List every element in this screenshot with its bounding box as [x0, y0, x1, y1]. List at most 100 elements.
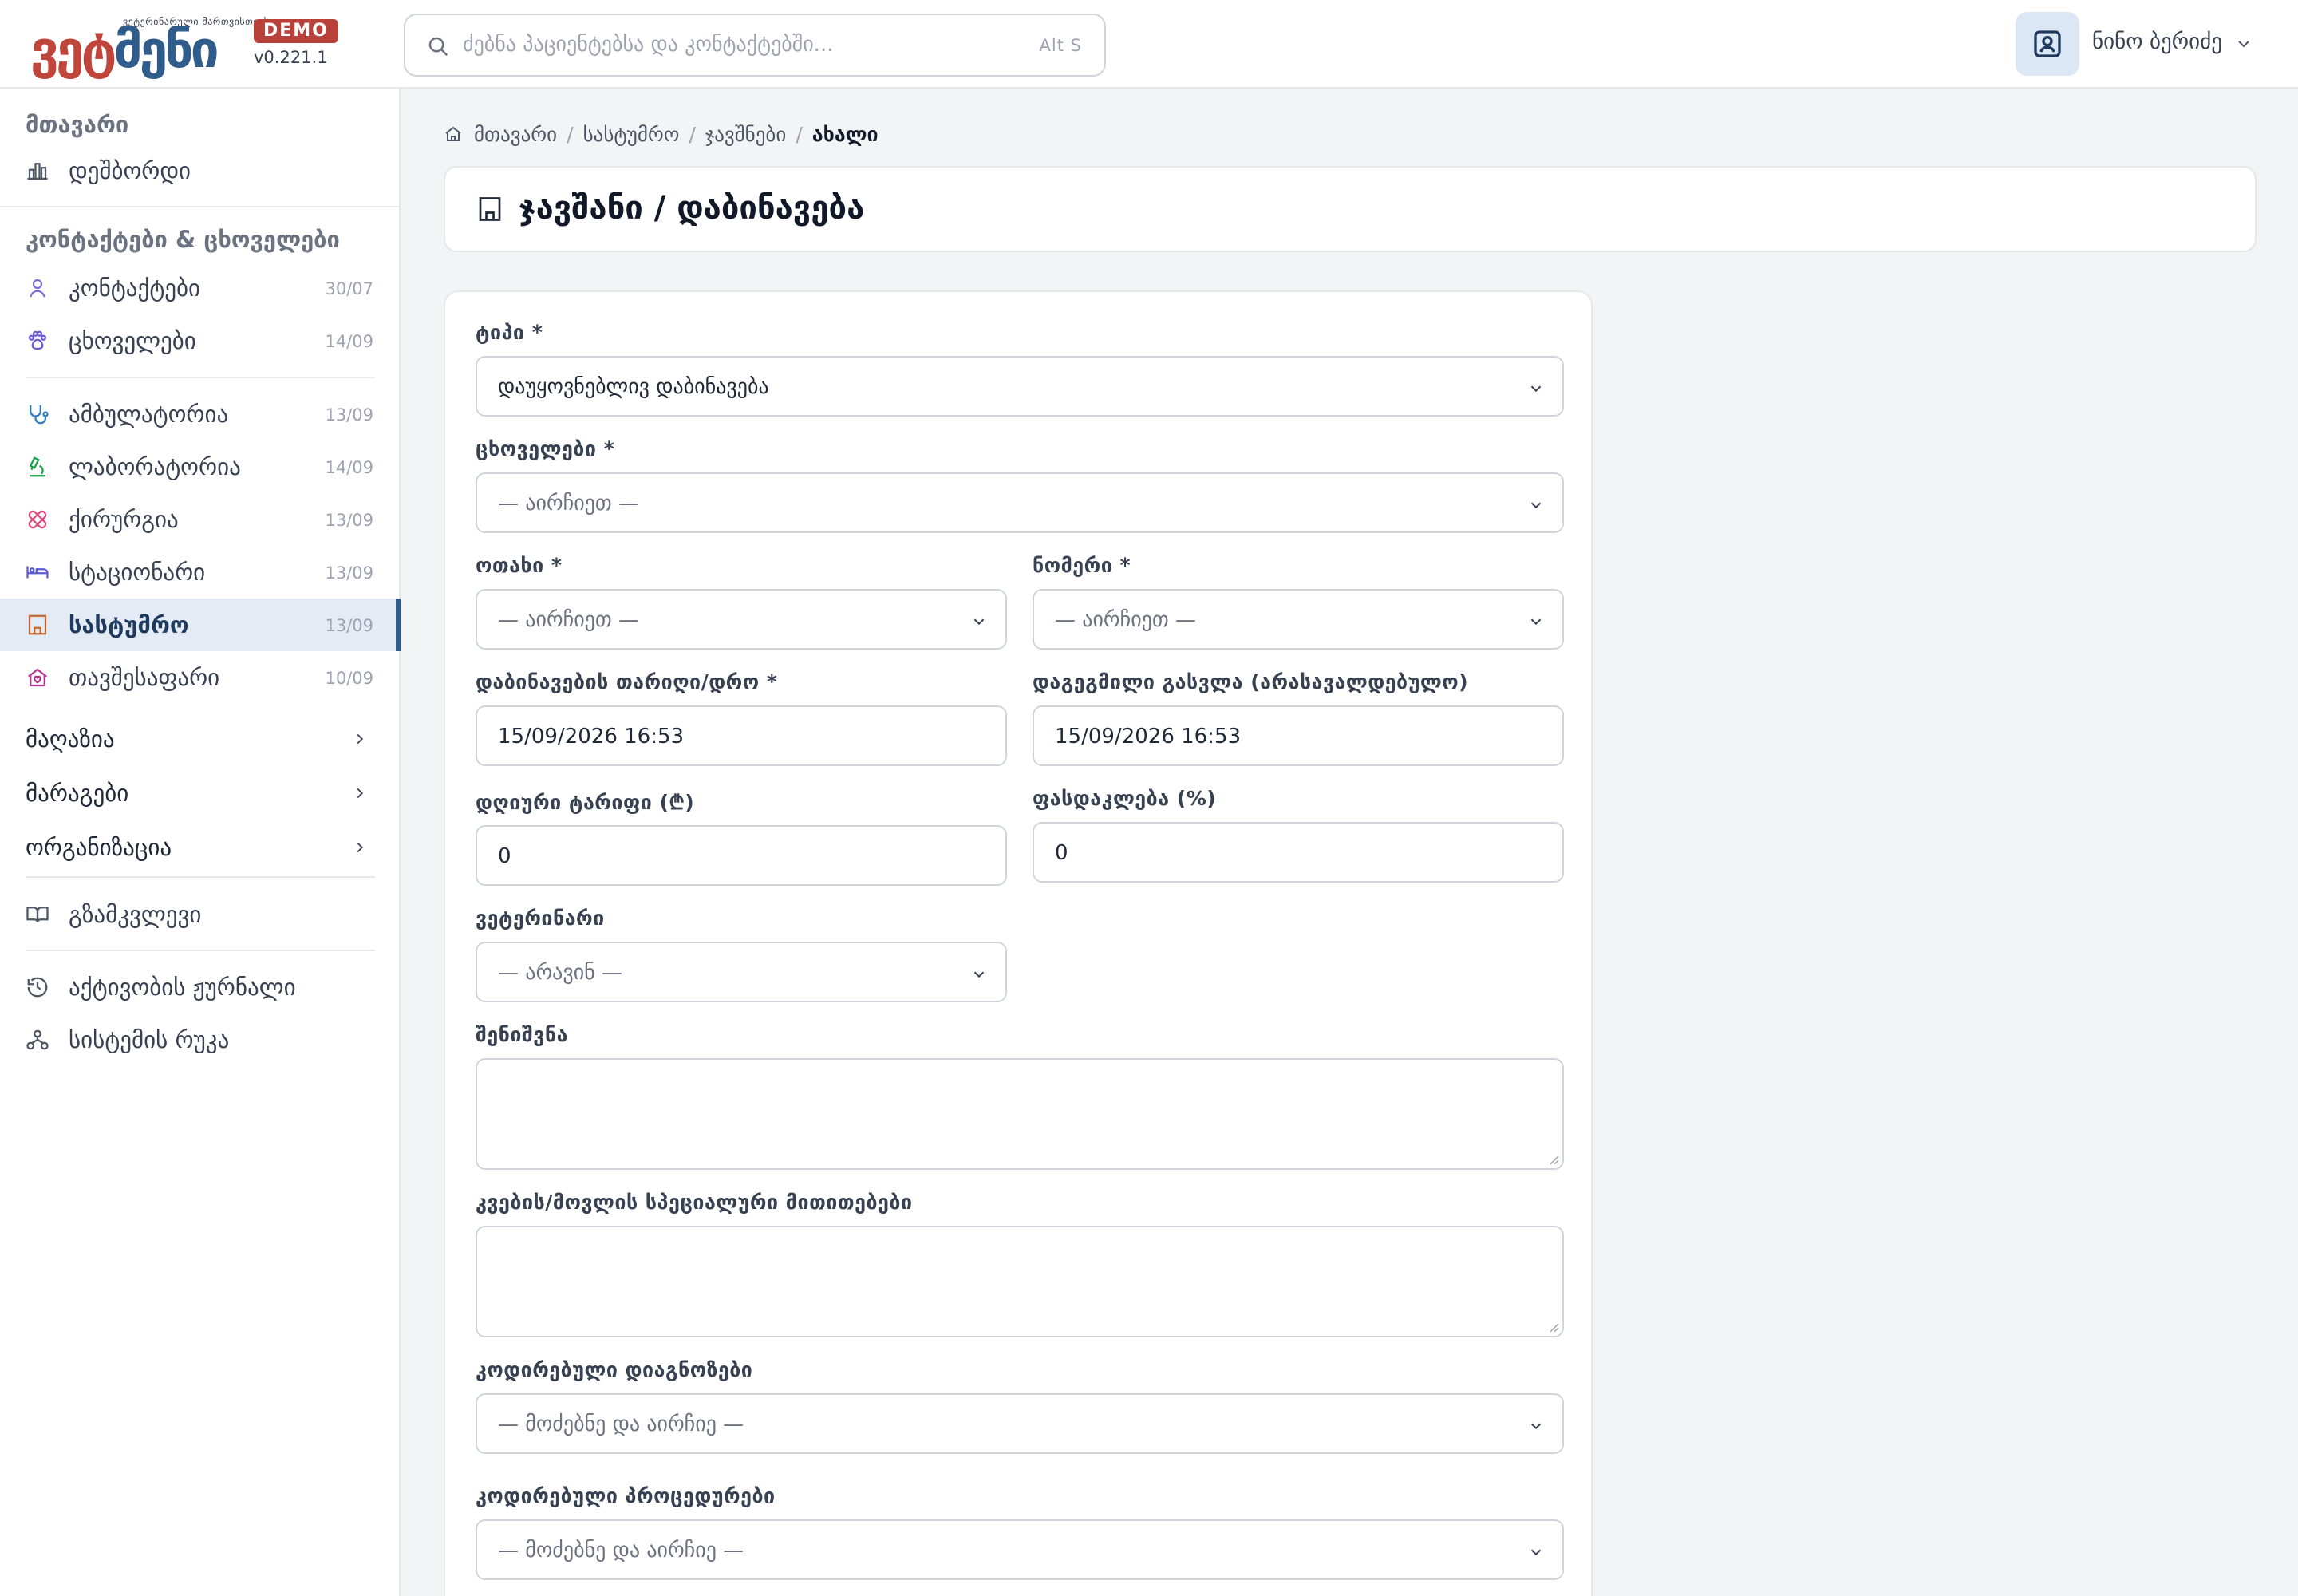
room-select-placeholder: — აირჩიეთ — [498, 608, 639, 632]
type-select[interactable]: დაუყოვნებლივ დაბინავება [476, 356, 1564, 417]
sidebar-item-count: 13/09 [325, 405, 373, 425]
sidebar-item-label: დეშბორდი [69, 157, 192, 184]
sidebar-item-inpatient[interactable]: სტაციონარი 13/09 [0, 546, 401, 598]
feeding-instructions-label: კვების/მოვლის სპეციალური მითითებები [476, 1191, 913, 1214]
app-logo[interactable]: ვეტერინარული მართვისთვის ვეტმენი DEMO v0… [30, 16, 338, 80]
sidebar-item-activity-log[interactable]: აქტივობის ჟურნალი [0, 961, 401, 1013]
sidebar-item-label: სასტუმრო [69, 611, 189, 638]
hotel-icon [479, 197, 501, 221]
resize-grip-icon[interactable] [1546, 1152, 1559, 1165]
sidebar-item-label: ამბულატორია [69, 401, 229, 428]
checkin-label: დაბინავების თარიღი/დრო * [476, 670, 778, 693]
sidebar-item-animals[interactable]: ცხოველები 14/09 [0, 314, 401, 367]
bed-icon [26, 566, 49, 579]
checkout-label: დაგეგმილი გასვლა (არასავალდებულო) [1033, 670, 1469, 693]
vet-label: ვეტერინარი [476, 907, 605, 930]
sidebar-divider [26, 377, 375, 378]
search-icon [428, 37, 448, 57]
sidebar-item-laboratory[interactable]: ლაბორატორია 14/09 [0, 440, 401, 493]
sitemap-icon [26, 1029, 49, 1050]
top-bar: ვეტერინარული მართვისთვის ვეტმენი DEMO v0… [0, 0, 2298, 89]
sidebar: მთავარი დეშბორდი კონტაქტები & ცხოველები … [0, 89, 401, 1596]
daily-rate-input[interactable]: 0 [476, 825, 1007, 886]
sidebar-item-label: ცხოველები [69, 327, 196, 354]
sidebar-item-count: 14/09 [325, 458, 373, 477]
checkout-datetime-input[interactable]: 15/09/2026 16:53 [1033, 705, 1564, 766]
bar-chart-icon [27, 163, 48, 180]
discount-value: 0 [1055, 841, 1068, 865]
search-placeholder: ძებნა პაციენტებსა და კონტაქტებში... [463, 33, 834, 57]
sidebar-item-count: 14/09 [325, 332, 373, 351]
breadcrumb-home[interactable]: მთავარი [474, 123, 557, 146]
booking-form: ტიპი * დაუყოვნებლივ დაბინავება ცხოველები… [444, 290, 1593, 1596]
procedures-select[interactable]: — მოძებნე და აირჩიე — [476, 1519, 1564, 1580]
sidebar-divider [26, 876, 375, 878]
sidebar-group-label: მარაგები [26, 780, 129, 807]
daily-rate-value: 0 [498, 844, 511, 868]
feeding-instructions-textarea[interactable] [476, 1226, 1564, 1337]
chevron-right-icon [357, 733, 364, 745]
sidebar-group-shop[interactable]: მაღაზია [0, 713, 401, 765]
sidebar-item-surgery[interactable]: ქირურგია 13/09 [0, 493, 401, 546]
checkin-datetime-input[interactable]: 15/09/2026 16:53 [476, 705, 1007, 766]
chevron-down-icon [1530, 1549, 1542, 1556]
sidebar-item-label: ლაბორატორია [69, 453, 241, 480]
vet-select[interactable]: — არავინ — [476, 942, 1007, 1002]
hotel-icon [28, 614, 47, 635]
sidebar-item-contacts[interactable]: კონტაქტები 30/07 [0, 262, 401, 314]
sidebar-item-count: 13/09 [325, 511, 373, 530]
sidebar-group-inventory[interactable]: მარაგები [0, 767, 401, 820]
sidebar-item-label: გზამკვლევი [69, 901, 202, 928]
animals-select[interactable]: — აირჩიეთ — [476, 472, 1564, 533]
sidebar-item-label: კონტაქტები [69, 275, 201, 302]
shelter-home-icon [28, 668, 47, 687]
sidebar-item-ambulatory[interactable]: ამბულატორია 13/09 [0, 388, 401, 440]
chevron-right-icon [357, 788, 364, 799]
number-label: ნომერი * [1033, 554, 1131, 577]
breadcrumb-hotel[interactable]: სასტუმრო [583, 123, 680, 146]
breadcrumb: მთავარი / სასტუმრო / ჯავშნები / ახალი [444, 121, 879, 148]
room-select[interactable]: — აირჩიეთ — [476, 589, 1007, 650]
chevron-down-icon [2238, 41, 2249, 48]
sidebar-item-hotel[interactable]: სასტუმრო 13/09 [0, 598, 401, 651]
diagnoses-select[interactable]: — მოძებნე და აირჩიე — [476, 1393, 1564, 1454]
sidebar-item-system-map[interactable]: სისტემის რუკა [0, 1013, 401, 1066]
sidebar-item-shelter[interactable]: თავშესაფარი 10/09 [0, 651, 401, 704]
number-select[interactable]: — აირჩიეთ — [1033, 589, 1564, 650]
resize-grip-icon[interactable] [1546, 1320, 1559, 1333]
diagnoses-label: კოდირებული დიაგნოზები [476, 1358, 753, 1381]
room-label: ოთახი * [476, 554, 563, 577]
chevron-down-icon [1530, 1423, 1542, 1430]
person-icon [30, 279, 45, 298]
animals-select-placeholder: — აირჩიეთ — [498, 492, 639, 516]
sidebar-item-label: სისტემის რუკა [69, 1026, 230, 1053]
global-search-input[interactable]: ძებნა პაციენტებსა და კონტაქტებში... Alt … [404, 14, 1106, 77]
checkout-value: 15/09/2026 16:53 [1055, 725, 1242, 749]
sidebar-item-guide[interactable]: გზამკვლევი [0, 888, 401, 941]
sidebar-group-label: მაღაზია [26, 725, 115, 753]
type-select-value: დაუყოვნებლივ დაბინავება [498, 375, 769, 399]
sidebar-group-organization[interactable]: ორგანიზაცია [0, 821, 401, 874]
notes-textarea[interactable] [476, 1058, 1564, 1170]
sidebar-divider [26, 950, 375, 951]
user-menu[interactable]: ნინო ბერიძე [2016, 12, 2255, 77]
diagnoses-select-placeholder: — მოძებნე და აირჩიე — [498, 1412, 744, 1436]
breadcrumb-separator: / [796, 122, 803, 146]
notes-label: შენიშვნა [476, 1023, 568, 1046]
discount-input[interactable]: 0 [1033, 822, 1564, 883]
breadcrumb-current: ახალი [811, 122, 879, 146]
page-title-card: ჯავშანი / დაბინავება [444, 166, 2257, 252]
logo-wordmark: ვეტმენი [30, 21, 219, 80]
microscope-icon [29, 456, 45, 477]
avatar [2016, 12, 2079, 76]
search-shortcut-hint: Alt S [1039, 36, 1082, 55]
open-book-icon [26, 907, 49, 923]
sidebar-item-count: 13/09 [325, 563, 373, 583]
chevron-down-icon [973, 971, 985, 978]
checkin-value: 15/09/2026 16:53 [498, 725, 685, 749]
sidebar-item-dashboard[interactable]: დეშბორდი [0, 144, 401, 197]
chevron-down-icon [973, 618, 985, 626]
breadcrumb-bookings[interactable]: ჯავშნები [705, 123, 786, 146]
sidebar-item-count: 30/07 [325, 279, 373, 298]
chevron-down-icon [1530, 618, 1542, 626]
